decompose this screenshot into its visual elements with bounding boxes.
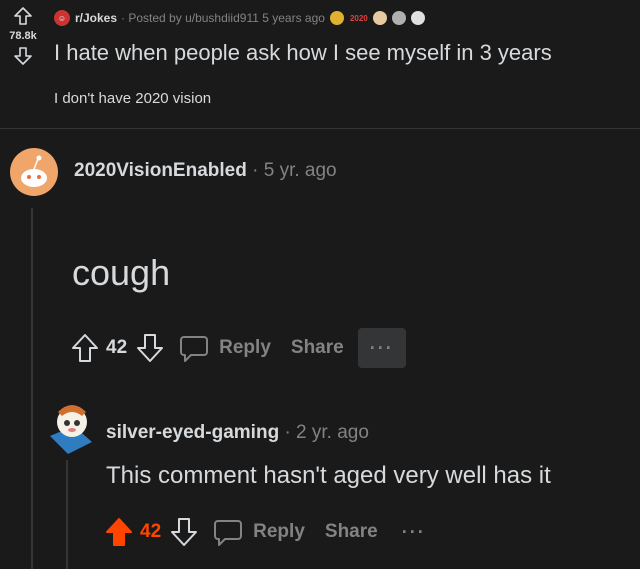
- post-meta: ☺ r/Jokes · Posted by u/bushdiid911 5 ye…: [54, 10, 425, 26]
- reply-label: Reply: [219, 337, 271, 358]
- comment-text: cough: [72, 252, 171, 293]
- more-options-button[interactable]: ···: [357, 328, 406, 368]
- avatar[interactable]: [10, 148, 58, 196]
- avatar[interactable]: [46, 396, 96, 456]
- award-gold-icon[interactable]: [329, 11, 344, 25]
- comment-score: 42: [106, 337, 128, 358]
- snoo-avatar-icon: [21, 155, 47, 187]
- award-face-icon[interactable]: [372, 11, 387, 25]
- reply-button[interactable]: Reply: [179, 333, 271, 363]
- comment-author-name[interactable]: 2020VisionEnabled: [74, 160, 247, 181]
- downvote-arrow-icon[interactable]: [13, 46, 33, 66]
- comment-actions: 42 Reply Share ···: [104, 512, 426, 552]
- comment-author[interactable]: 2020VisionEnabled · 5 yr. ago: [74, 160, 337, 182]
- comment-author-name[interactable]: silver-eyed-gaming: [106, 422, 279, 443]
- subreddit-link[interactable]: r/Jokes: [75, 11, 117, 25]
- comment-bubble-icon: [214, 520, 243, 546]
- reply-button[interactable]: Reply: [213, 517, 305, 547]
- subreddit-icon[interactable]: ☺: [54, 10, 70, 26]
- award-bubble-icon[interactable]: [410, 11, 425, 25]
- comment-text: This comment hasn't aged very well has i…: [106, 462, 551, 489]
- comment-timestamp: · 5 yr. ago: [246, 160, 337, 181]
- post-body: I don't have 2020 vision: [54, 90, 212, 107]
- comment-score: 42: [140, 521, 162, 542]
- comment-author[interactable]: silver-eyed-gaming · 2 yr. ago: [106, 422, 369, 444]
- downvote-arrow-icon[interactable]: [169, 516, 199, 548]
- reply-label: Reply: [253, 521, 305, 542]
- upvote-arrow-icon[interactable]: [70, 332, 100, 364]
- post-score: 78.8k: [9, 30, 37, 42]
- share-button[interactable]: Share: [325, 521, 378, 543]
- thread-line[interactable]: [66, 460, 68, 569]
- comment-timestamp: · 2 yr. ago: [279, 422, 369, 443]
- thread-line[interactable]: [31, 208, 33, 569]
- upvote-arrow-icon[interactable]: [13, 6, 33, 26]
- posted-by-text: · Posted by u/bushdiid911 5 years ago: [121, 11, 325, 25]
- more-options-button[interactable]: ···: [402, 522, 426, 543]
- award-2020-icon[interactable]: 2020: [350, 14, 368, 23]
- comment-bubble-icon: [180, 336, 209, 362]
- post-card: 78.8k ☺ r/Jokes · Posted by u/bushdiid91…: [0, 0, 640, 129]
- post-vote-column: 78.8k: [0, 6, 46, 66]
- downvote-arrow-icon[interactable]: [135, 332, 165, 364]
- award-hands-icon[interactable]: [391, 11, 406, 25]
- upvote-arrow-icon[interactable]: [104, 516, 134, 548]
- comment-actions: 42 Reply Share ···: [70, 328, 406, 368]
- share-button[interactable]: Share: [291, 337, 344, 359]
- post-title[interactable]: I hate when people ask how I see myself …: [54, 40, 552, 66]
